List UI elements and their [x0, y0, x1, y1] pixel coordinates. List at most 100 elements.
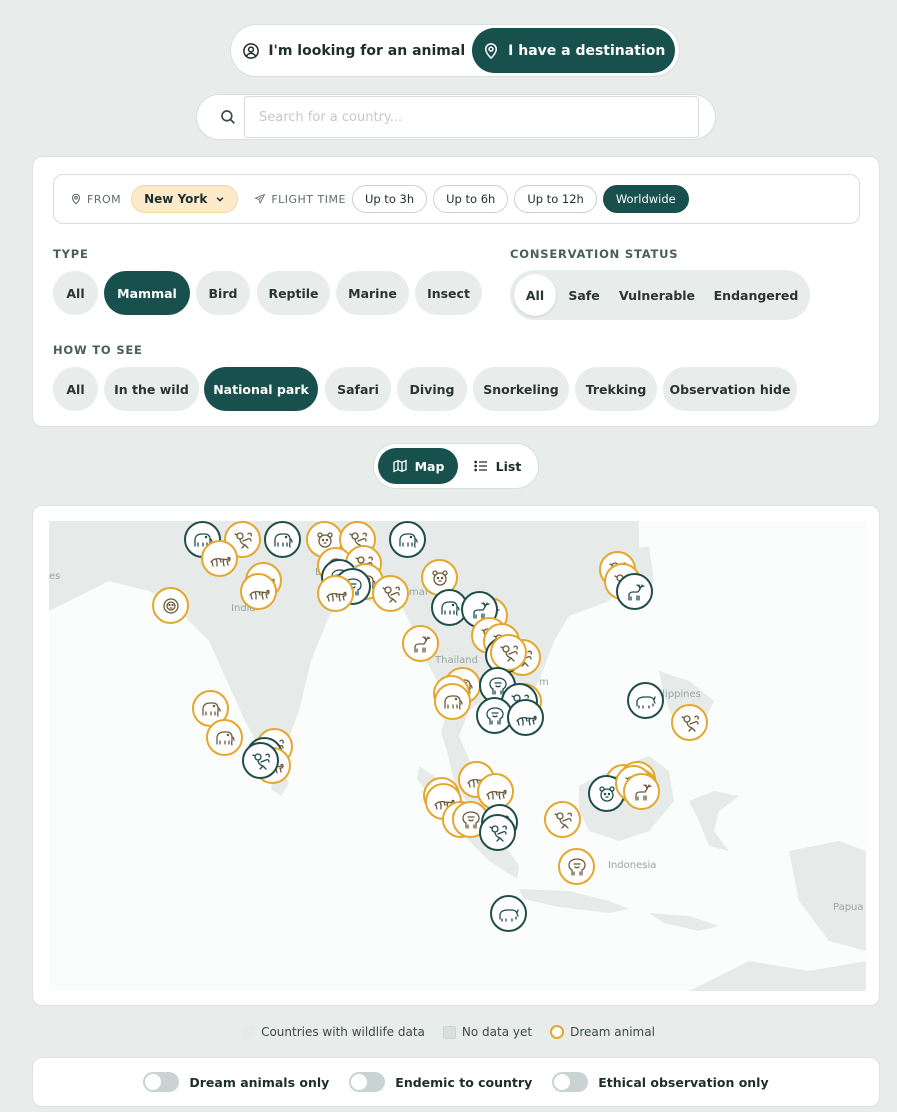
- dream-animals-only-toggle[interactable]: Dream animals only: [143, 1072, 329, 1092]
- map-marker[interactable]: [264, 521, 301, 558]
- country-search-input[interactable]: [244, 96, 699, 138]
- legend-swatch-no-data: [442, 1025, 456, 1039]
- rhino-icon: [635, 695, 656, 709]
- conservation-all[interactable]: All: [514, 274, 556, 316]
- gorilla-icon: [567, 857, 586, 876]
- search-icon: [221, 110, 235, 124]
- map-label-papua: Papua: [833, 902, 864, 913]
- conservation-status-group: All Safe Vulnerable Endangered: [510, 270, 810, 320]
- deer-icon: [627, 583, 645, 601]
- map-icon: [392, 459, 407, 473]
- list-view-button[interactable]: List: [462, 448, 532, 484]
- legend-wildlife-data: Countries with wildlife data: [242, 1025, 425, 1039]
- type-mammal[interactable]: Mammal: [104, 271, 190, 315]
- map-marker[interactable]: [402, 625, 439, 662]
- lion-icon: [162, 597, 179, 614]
- flight-time-3h[interactable]: Up to 3h: [351, 185, 428, 213]
- have-destination-button[interactable]: I have a destination: [472, 28, 675, 73]
- map-pin-icon: [71, 193, 81, 205]
- type-reptile[interactable]: Reptile: [257, 271, 330, 315]
- deer-icon: [413, 635, 431, 653]
- looking-for-animal-label: I'm looking for an animal: [268, 42, 466, 59]
- type-section-title: TYPE: [53, 247, 89, 261]
- looking-for-animal-button[interactable]: I'm looking for an animal: [235, 28, 472, 73]
- flight-time-worldwide[interactable]: Worldwide: [602, 185, 689, 213]
- map-marker[interactable]: [152, 587, 189, 624]
- how-to-see-in-the-wild[interactable]: In the wild: [104, 367, 199, 411]
- view-toggle: Map List: [373, 443, 539, 489]
- map-marker[interactable]: [507, 699, 544, 736]
- type-insect[interactable]: Insect: [415, 271, 482, 315]
- map-marker[interactable]: [240, 573, 277, 610]
- how-to-see-snorkeling[interactable]: Snorkeling: [473, 367, 569, 411]
- how-to-see-trekking[interactable]: Trekking: [575, 367, 657, 411]
- conservation-vulnerable[interactable]: Vulnerable: [612, 274, 702, 316]
- endemic-to-country-toggle[interactable]: Endemic to country: [349, 1072, 532, 1092]
- search-bar: [196, 94, 716, 140]
- map-marker[interactable]: [671, 704, 708, 741]
- how-to-see-safari[interactable]: Safari: [325, 367, 391, 411]
- bear-icon: [431, 569, 448, 586]
- legend-swatch-wildlife: [242, 1025, 256, 1039]
- ethical-observation-toggle[interactable]: Ethical observation only: [552, 1072, 769, 1092]
- elephant-icon: [215, 730, 235, 746]
- map-marker[interactable]: [434, 683, 471, 720]
- have-destination-label: I have a destination: [508, 42, 666, 59]
- map-marker[interactable]: [623, 773, 660, 810]
- flight-filter-row: FROM New York FLIGHT TIME Up to 3h Up to…: [53, 174, 860, 224]
- map-marker[interactable]: [616, 573, 653, 610]
- map-marker[interactable]: [317, 575, 354, 612]
- type-marine[interactable]: Marine: [336, 271, 409, 315]
- type-bird[interactable]: Bird: [196, 271, 250, 315]
- how-to-see-section-title: HOW TO SEE: [53, 343, 143, 357]
- map-marker[interactable]: [372, 575, 409, 612]
- conservation-endangered[interactable]: Endangered: [706, 274, 806, 316]
- monkey-icon: [680, 714, 699, 732]
- option-toggles: Dream animals only Endemic to country Et…: [32, 1057, 880, 1107]
- map-marker[interactable]: [558, 848, 595, 885]
- origin-city-value: New York: [144, 192, 208, 206]
- monkey-icon: [251, 752, 270, 770]
- conservation-safe[interactable]: Safe: [560, 274, 608, 316]
- monkey-icon: [488, 824, 507, 842]
- toggle-switch[interactable]: [349, 1072, 386, 1092]
- monkey-icon: [499, 644, 518, 662]
- how-to-see-diving[interactable]: Diving: [397, 367, 467, 411]
- flight-time-6h[interactable]: Up to 6h: [433, 185, 509, 213]
- rhino-icon: [498, 908, 519, 922]
- elephant-icon: [201, 701, 221, 717]
- user-circle-icon: [243, 42, 260, 59]
- flight-time-12h[interactable]: Up to 12h: [514, 185, 597, 213]
- gorilla-icon: [485, 706, 504, 725]
- map-marker[interactable]: [490, 634, 527, 671]
- tiger-icon: [248, 589, 270, 600]
- tiger-icon: [325, 591, 347, 602]
- mode-toggle: I'm looking for an animal I have a desti…: [230, 24, 680, 77]
- list-icon: [473, 460, 487, 472]
- map-marker[interactable]: [201, 540, 238, 577]
- toggle-switch[interactable]: [552, 1072, 589, 1092]
- toggle-switch[interactable]: [143, 1072, 180, 1092]
- legend-no-data: No data yet: [442, 1025, 532, 1039]
- how-to-see-observation-hide[interactable]: Observation hide: [663, 367, 797, 411]
- map-marker[interactable]: [544, 801, 581, 838]
- tiger-icon: [209, 556, 231, 567]
- map-marker[interactable]: [479, 814, 516, 851]
- how-to-see-national-park[interactable]: National park: [204, 367, 318, 411]
- map-marker[interactable]: [206, 719, 243, 756]
- type-all[interactable]: All: [53, 271, 98, 315]
- plane-icon: [254, 193, 266, 205]
- elephant-icon: [273, 532, 293, 548]
- map-marker[interactable]: [490, 895, 527, 932]
- wildlife-map[interactable]: es India Ba mar Thailand m Philippines e…: [49, 521, 866, 991]
- origin-city-select[interactable]: New York: [131, 185, 239, 213]
- elephant-icon: [398, 532, 418, 548]
- map-marker[interactable]: [627, 682, 664, 719]
- map-marker[interactable]: [242, 742, 279, 779]
- elephant-icon: [440, 600, 460, 616]
- map-label-m: m: [539, 677, 549, 688]
- legend-swatch-dream: [550, 1025, 565, 1039]
- map-marker[interactable]: [389, 521, 426, 558]
- map-view-button[interactable]: Map: [378, 448, 458, 484]
- how-to-see-all[interactable]: All: [53, 367, 98, 411]
